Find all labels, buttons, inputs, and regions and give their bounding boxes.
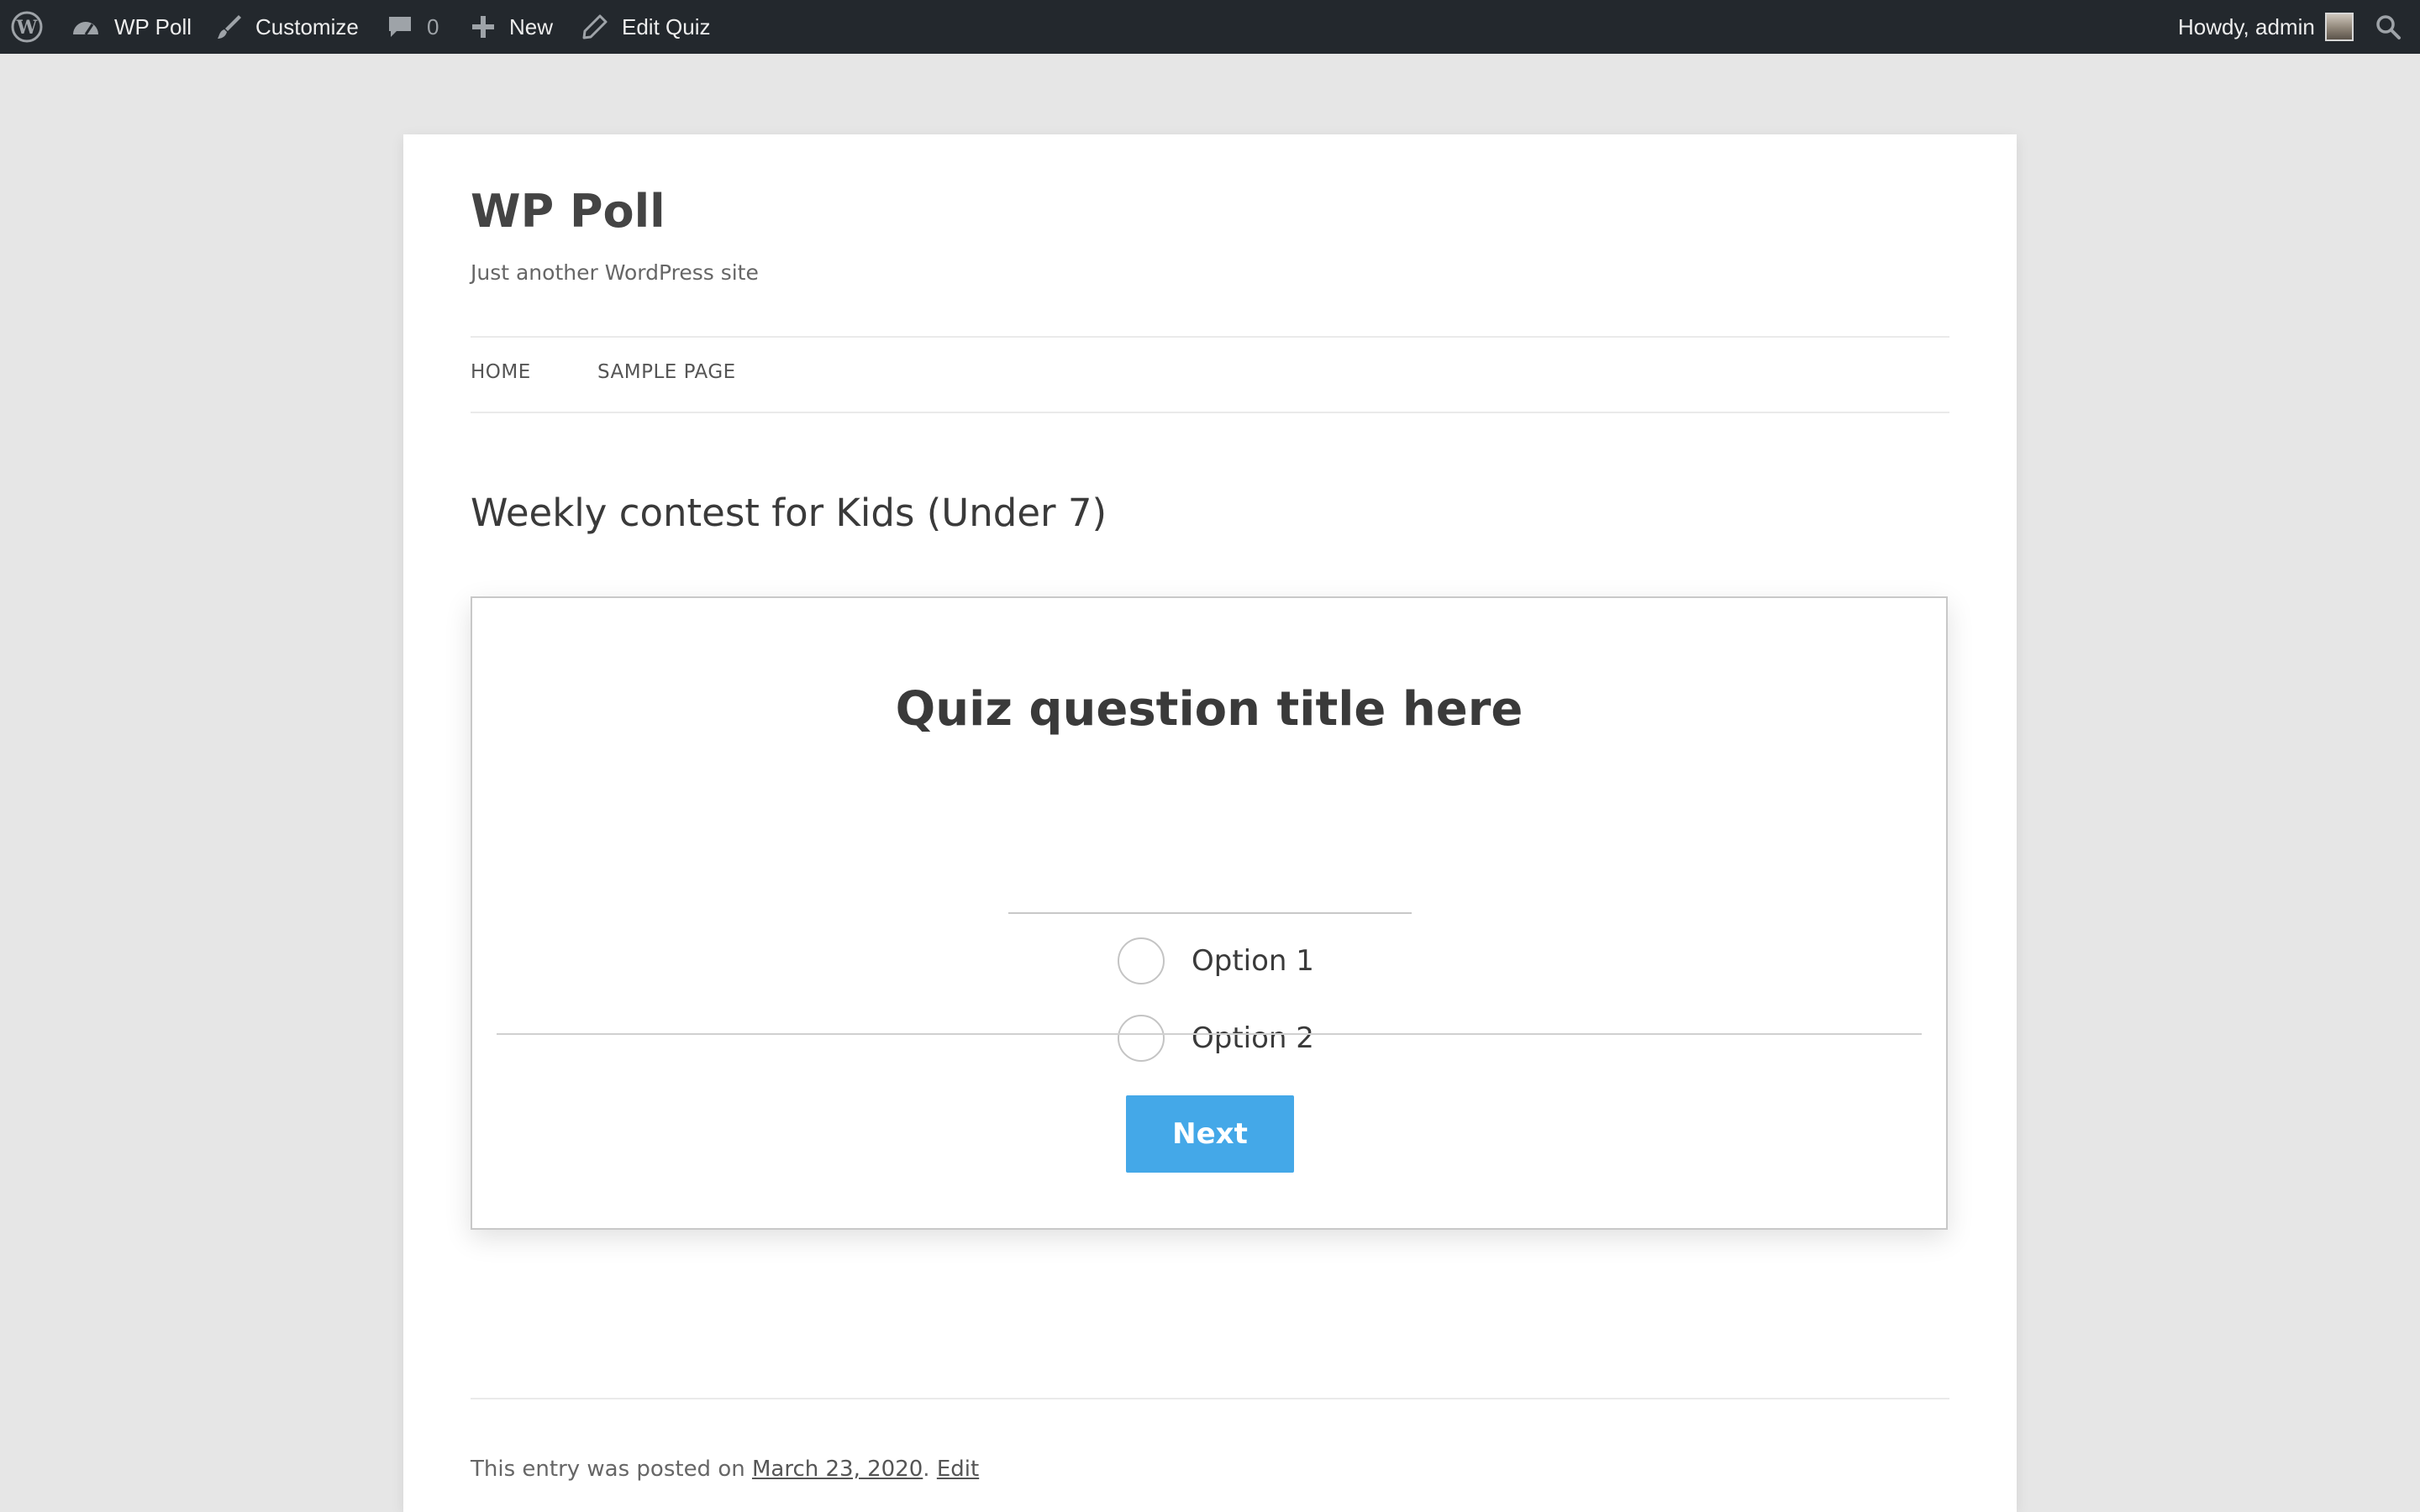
nav-item-home[interactable]: HOME [471, 361, 531, 383]
quiz-question-title: Quiz question title here [895, 682, 1523, 737]
pencil-icon [581, 13, 608, 40]
edit-quiz-label: Edit Quiz [622, 13, 711, 39]
search-icon [2375, 13, 2402, 40]
option-label: Option 1 [1192, 944, 1314, 978]
plus-icon [471, 14, 496, 39]
meta-separator: . [923, 1457, 930, 1482]
wordpress-icon: W [10, 10, 44, 44]
paintbrush-icon [215, 13, 244, 41]
option-radio[interactable] [1118, 937, 1165, 984]
option-radio[interactable] [1118, 1015, 1165, 1062]
new-label: New [509, 13, 554, 39]
post-date-link[interactable]: March 23, 2020 [752, 1457, 923, 1482]
account-menu[interactable]: Howdy, admin [2178, 0, 2354, 54]
comment-icon [387, 13, 413, 40]
nav-top-divider [471, 336, 1949, 338]
comments-count: 0 [427, 13, 439, 39]
admin-search[interactable] [2375, 0, 2402, 54]
next-button[interactable]: Next [1126, 1095, 1294, 1173]
edit-quiz-link[interactable]: Edit Quiz [581, 0, 711, 54]
new-content-menu[interactable]: New [471, 0, 553, 54]
quiz-footer-divider [497, 1033, 1922, 1035]
site-tagline: Just another WordPress site [471, 260, 759, 285]
edit-post-link[interactable]: Edit [937, 1457, 979, 1482]
wordpress-logo-menu[interactable]: W [10, 0, 44, 54]
howdy-label: Howdy, admin [2178, 13, 2315, 39]
entry-title: Weekly contest for Kids (Under 7) [471, 491, 1107, 535]
site-title[interactable]: WP Poll [471, 185, 666, 238]
customize-label: Customize [255, 13, 359, 39]
quiz-option[interactable]: Option 1 [1118, 937, 1314, 984]
question-divider [1008, 912, 1412, 914]
site-name-label: WP Poll [114, 13, 192, 39]
admin-bar: W WP Poll Customize 0 New Edit Quiz Howd… [0, 0, 2420, 54]
page-container: WP Poll Just another WordPress site HOME… [403, 134, 2017, 1512]
customize-link[interactable]: Customize [215, 0, 359, 54]
meta-prefix: This entry was posted on [471, 1457, 745, 1482]
dashboard-icon [71, 14, 101, 39]
comments-link[interactable]: 0 [387, 0, 439, 54]
avatar [2324, 13, 2354, 41]
nav-item-sample-page[interactable]: SAMPLE PAGE [597, 361, 736, 383]
entry-meta: This entry was posted on March 23, 2020.… [471, 1457, 979, 1482]
quiz-option[interactable]: Option 2 [1118, 1015, 1314, 1062]
site-name-menu[interactable]: WP Poll [71, 0, 192, 54]
option-label: Option 2 [1192, 1021, 1314, 1055]
nav-bottom-divider [471, 412, 1949, 413]
svg-text:W: W [16, 17, 38, 39]
entry-footer-divider [471, 1398, 1949, 1399]
